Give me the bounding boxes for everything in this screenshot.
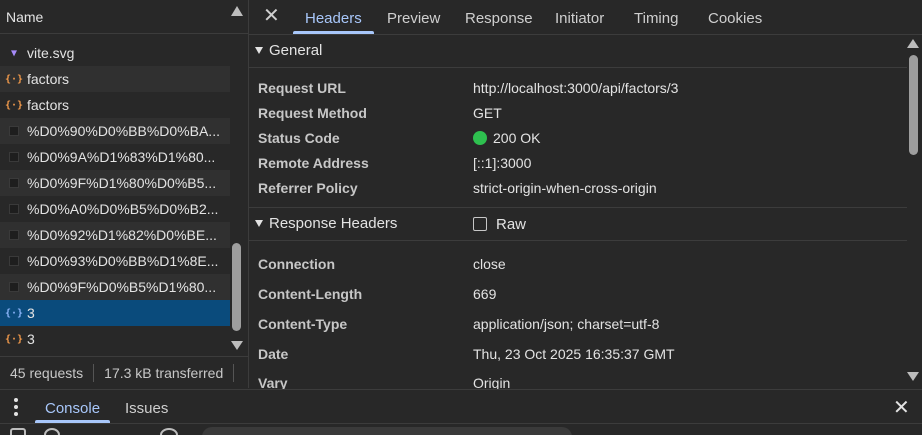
request-row[interactable]: ▼ vite.svg bbox=[0, 40, 230, 66]
more-options-icon[interactable] bbox=[14, 398, 18, 419]
request-row[interactable]: %D0%A0%D0%B5%D0%B2... bbox=[0, 196, 230, 222]
transferred-size: 17.3 kB transferred bbox=[104, 364, 224, 381]
request-name: vite.svg bbox=[27, 45, 75, 61]
json-icon: {·} bbox=[4, 333, 24, 345]
details-tab-bar: ✕ Headers Preview Response Initiator Tim… bbox=[249, 0, 922, 35]
request-name: factors bbox=[27, 97, 70, 113]
remote-address-value: [::1]:3000 bbox=[473, 155, 532, 171]
header-value: close bbox=[473, 256, 506, 272]
header-value: 669 bbox=[473, 286, 497, 302]
sidebar-toggle-icon[interactable] bbox=[10, 428, 26, 435]
header-key: Content-Type bbox=[258, 316, 348, 332]
request-details-panel: ✕ Headers Preview Response Initiator Tim… bbox=[249, 0, 922, 391]
tab-cookies[interactable]: Cookies bbox=[708, 10, 762, 27]
request-row[interactable]: {·} 3 bbox=[0, 326, 230, 352]
network-request-panel: Name ▼ vite.svg {·} factors {·} factors … bbox=[0, 0, 248, 388]
request-name: %D0%90%D0%BB%D0%BA... bbox=[27, 123, 220, 139]
request-row[interactable]: %D0%93%D0%BB%D1%8E... bbox=[0, 248, 230, 274]
scroll-down-arrow-icon[interactable] bbox=[907, 372, 919, 381]
expand-triangle-icon bbox=[255, 47, 263, 54]
request-name: %D0%92%D1%82%D0%BE... bbox=[27, 227, 217, 243]
section-title: General bbox=[269, 42, 323, 59]
request-name: %D0%93%D0%BB%D1%8E... bbox=[27, 253, 219, 269]
section-title: Response Headers bbox=[269, 215, 398, 232]
header-key: Request URL bbox=[258, 80, 346, 96]
image-icon bbox=[9, 282, 19, 292]
status-code-text: 200 OK bbox=[493, 130, 541, 146]
request-list: ▼ vite.svg {·} factors {·} factors %D0%9… bbox=[0, 40, 230, 352]
header-value: application/json; charset=utf-8 bbox=[473, 316, 660, 332]
image-icon bbox=[9, 152, 19, 162]
request-name: %D0%A0%D0%B5%D0%B2... bbox=[27, 201, 219, 217]
json-icon: {·} bbox=[4, 307, 24, 319]
tab-headers[interactable]: Headers bbox=[305, 10, 362, 27]
expand-triangle-icon bbox=[255, 220, 263, 227]
name-column-header[interactable]: Name bbox=[6, 9, 43, 25]
request-row[interactable]: %D0%92%D1%82%D0%BE... bbox=[0, 222, 230, 248]
clear-console-icon[interactable] bbox=[44, 428, 60, 435]
request-row[interactable]: %D0%9A%D1%83%D1%80... bbox=[0, 144, 230, 170]
scroll-up-arrow-icon[interactable] bbox=[907, 39, 919, 48]
header-key: Referrer Policy bbox=[258, 180, 358, 196]
json-icon: {·} bbox=[4, 73, 24, 85]
request-method-value: GET bbox=[473, 105, 502, 121]
request-row[interactable]: {·} factors bbox=[0, 66, 230, 92]
svg-file-icon: ▼ bbox=[10, 47, 18, 59]
close-icon[interactable]: ✕ bbox=[263, 5, 280, 27]
request-row[interactable]: {·} factors bbox=[0, 92, 230, 118]
details-scroll-thumb[interactable] bbox=[909, 55, 918, 155]
response-headers-section-header[interactable]: Response Headers bbox=[249, 207, 907, 241]
request-list-scroll-thumb[interactable] bbox=[232, 243, 241, 331]
request-row[interactable]: %D0%90%D0%BB%D0%BA... bbox=[0, 118, 230, 144]
request-url-value: http://localhost:3000/api/factors/3 bbox=[473, 80, 679, 96]
tab-initiator[interactable]: Initiator bbox=[555, 10, 604, 27]
tab-preview[interactable]: Preview bbox=[387, 10, 440, 27]
request-name: %D0%9A%D1%83%D1%80... bbox=[27, 149, 216, 165]
header-key: Connection bbox=[258, 256, 335, 272]
request-name: factors bbox=[27, 71, 70, 87]
request-table-header: Name bbox=[0, 0, 248, 34]
console-toolbar bbox=[0, 423, 922, 435]
request-count: 45 requests bbox=[10, 364, 84, 381]
eye-icon[interactable] bbox=[160, 428, 178, 435]
image-icon bbox=[9, 178, 19, 188]
raw-checkbox[interactable] bbox=[473, 217, 487, 231]
header-key: Status Code bbox=[258, 130, 340, 146]
header-key: Request Method bbox=[258, 105, 367, 121]
request-name: 3 bbox=[27, 331, 35, 347]
status-divider bbox=[233, 363, 235, 382]
tab-issues[interactable]: Issues bbox=[125, 400, 168, 417]
status-ok-dot-icon bbox=[473, 131, 487, 145]
request-name: %D0%9F%D0%B5%D1%80... bbox=[27, 279, 217, 295]
scroll-down-arrow-icon[interactable] bbox=[231, 341, 243, 350]
request-row[interactable]: %D0%9F%D1%80%D0%B5... bbox=[0, 170, 230, 196]
image-icon bbox=[9, 230, 19, 240]
tab-timing[interactable]: Timing bbox=[634, 10, 678, 27]
request-name: %D0%9F%D1%80%D0%B5... bbox=[27, 175, 217, 191]
console-filter-input[interactable] bbox=[202, 427, 572, 435]
drawer-tab-bar: Console Issues ✕ bbox=[0, 389, 922, 423]
header-key: Content-Length bbox=[258, 286, 363, 302]
referrer-policy-value: strict-origin-when-cross-origin bbox=[473, 180, 657, 196]
scroll-up-arrow-icon[interactable] bbox=[231, 6, 243, 16]
tab-response[interactable]: Response bbox=[465, 10, 533, 27]
close-drawer-icon[interactable]: ✕ bbox=[893, 395, 910, 420]
header-key: Date bbox=[258, 346, 289, 362]
request-row[interactable]: %D0%9F%D0%B5%D1%80... bbox=[0, 274, 230, 300]
request-name: 3 bbox=[27, 305, 35, 321]
image-icon bbox=[9, 256, 19, 266]
json-icon: {·} bbox=[4, 99, 24, 111]
network-status-bar: 45 requests 17.3 kB transferred bbox=[0, 356, 248, 388]
general-section-header[interactable]: General bbox=[249, 34, 907, 68]
header-key: Remote Address bbox=[258, 155, 369, 171]
request-row-selected[interactable]: {·} 3 bbox=[0, 300, 230, 326]
status-code-value: 200 OK bbox=[473, 130, 540, 146]
image-icon bbox=[9, 204, 19, 214]
image-icon bbox=[9, 126, 19, 136]
tab-console[interactable]: Console bbox=[45, 400, 100, 417]
header-value: Thu, 23 Oct 2025 16:35:37 GMT bbox=[473, 346, 675, 362]
raw-label[interactable]: Raw bbox=[496, 216, 526, 233]
